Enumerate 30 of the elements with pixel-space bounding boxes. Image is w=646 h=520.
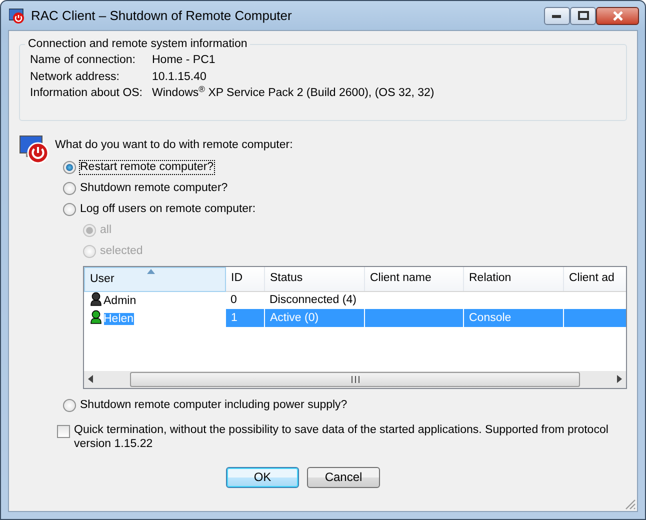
- column-header[interactable]: Client name: [364, 267, 464, 292]
- field-label: Network address:: [30, 70, 120, 84]
- table-cell: Active (0): [270, 312, 319, 324]
- field-value: 10.1.15.40: [152, 70, 206, 84]
- table-cell: 0: [230, 294, 237, 306]
- radio-label[interactable]: Shutdown remote computer?: [80, 182, 228, 196]
- table-row[interactable]: Admin: [84, 291, 226, 310]
- radio-label[interactable]: Log off users on remote computer:: [80, 202, 256, 216]
- column-header[interactable]: Relation: [464, 267, 564, 292]
- field-label: Name of connection:: [30, 54, 136, 68]
- column-header[interactable]: User: [84, 267, 226, 292]
- table-cell: Admin: [104, 295, 136, 308]
- table-cell: Console: [469, 312, 512, 324]
- cancel-button[interactable]: Cancel: [307, 466, 380, 488]
- column-header[interactable]: ID: [226, 267, 264, 292]
- window-title: RAC Client – Shutdown of Remote Computer: [31, 8, 293, 24]
- table-cell: 1: [231, 312, 238, 324]
- radio-label[interactable]: Shutdown remote computer including power supply?: [80, 398, 348, 412]
- question-text: What do you want to do with remote computer:: [55, 139, 294, 153]
- field-value: Home - PC1: [152, 54, 216, 68]
- checkbox-label[interactable]: Quick termination, without the possibility to save data of the started applications. Supported from protocol version 1.15.22: [74, 424, 627, 452]
- column-header[interactable]: Client ad: [564, 267, 626, 292]
- field-label: Information about OS:: [30, 87, 144, 102]
- table-cell: Disconnected (4): [270, 294, 356, 306]
- table-cell: Helen: [104, 313, 134, 326]
- group-title: Connection and remote system information: [25, 38, 250, 52]
- ok-button[interactable]: OK: [226, 466, 299, 488]
- field-value: Windows$^{®}$ XP Service Pack 2 (Build 2600), (OS 32, 32): [152, 87, 434, 102]
- column-header[interactable]: Status: [264, 267, 364, 292]
- radio-label[interactable]: Restart remote computer?: [80, 160, 214, 174]
